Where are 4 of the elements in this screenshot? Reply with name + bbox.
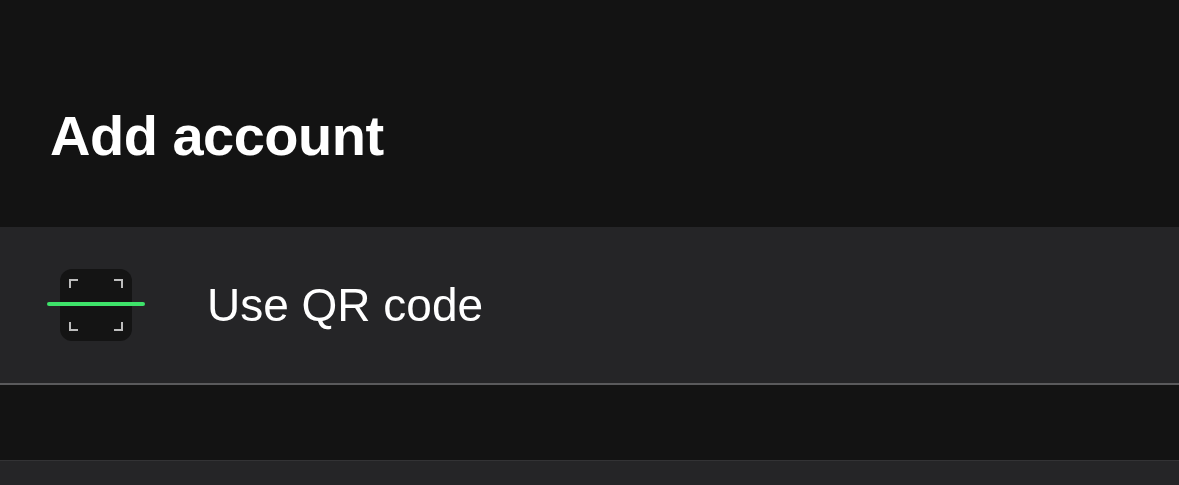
option-row[interactable] [0,460,1179,485]
use-qr-code-option[interactable]: Use QR code [0,227,1179,385]
qr-scan-icon [46,268,146,342]
page-title: Add account [50,104,384,168]
